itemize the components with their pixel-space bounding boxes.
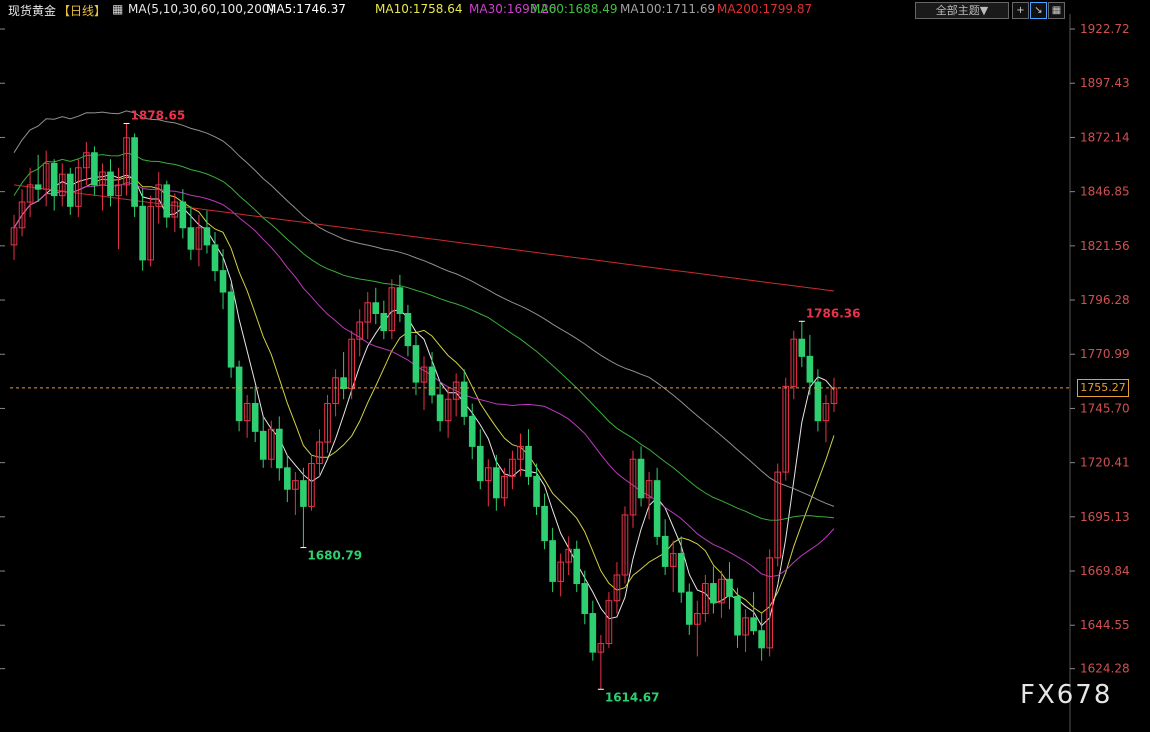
y-tick-label: 1922.72 (1080, 22, 1130, 36)
candle-body (34, 184, 42, 190)
ma60-value: MA60:1688.49 (530, 2, 618, 16)
candle-body (187, 227, 195, 250)
period-label[interactable]: 【日线】 (58, 2, 106, 19)
candle-body (179, 201, 187, 229)
candle-body (573, 548, 581, 585)
candle-body (428, 366, 436, 396)
grid-icon[interactable]: ▦ (1048, 2, 1065, 19)
candle-body (50, 162, 58, 197)
candle-body (436, 394, 444, 422)
candle-body (589, 613, 597, 653)
candle-body (211, 244, 219, 272)
candle-body (525, 445, 532, 477)
y-tick-label: 1695.13 (1080, 510, 1130, 524)
watermark: FX678 (1020, 680, 1113, 710)
candle-body (653, 480, 661, 537)
candle-body (581, 583, 589, 615)
y-tick-label: 1720.41 (1080, 456, 1130, 470)
y-tick-label: 1669.84 (1080, 564, 1130, 578)
candle-body (380, 312, 388, 332)
ma-icon: ▦ (112, 2, 124, 16)
ma10-value: MA10:1758.64 (375, 2, 463, 16)
candle-body (549, 540, 556, 582)
y-tick-label: 1644.55 (1080, 618, 1130, 632)
candle-body (275, 428, 283, 469)
candlestick-chart[interactable]: 1922.72 1897.43 1872.14 1846.85 1821.56 1796.… (0, 0, 1150, 732)
candle-body (340, 377, 347, 390)
ma100-value: MA100:1711.69 (620, 2, 716, 16)
candle-body (493, 467, 500, 499)
candle-body (798, 338, 806, 357)
ma-params[interactable]: MA(5,10,30,60,100,200) (128, 2, 274, 16)
candle-body (412, 345, 420, 383)
candle-body (685, 591, 693, 625)
y-tick-label: 1745.70 (1080, 401, 1130, 415)
candle-body (726, 578, 733, 597)
add-icon[interactable]: + (1012, 2, 1029, 19)
candle-body (468, 415, 476, 447)
ma5-value: MA5:1746.37 (266, 2, 346, 16)
y-tick-label: 1846.85 (1080, 185, 1130, 199)
candle-body (66, 173, 74, 207)
y-tick-label: 1821.56 (1080, 239, 1130, 253)
candle-body (404, 312, 412, 347)
ma-line-ma60 (13, 152, 835, 521)
candle-body (734, 595, 741, 636)
y-tick-label: 1897.43 (1080, 76, 1130, 90)
candle-body (91, 152, 98, 186)
candle-body (710, 583, 717, 604)
candle-body (396, 287, 404, 314)
theme-select[interactable]: 全部主题▼ (915, 2, 1009, 19)
candle-body (637, 458, 645, 499)
candle-body (203, 227, 211, 246)
candle-body (219, 270, 227, 293)
extreme-label: 1878.65 (131, 108, 186, 122)
zoom-icon[interactable]: ↘ (1030, 2, 1047, 19)
candle-body (235, 366, 243, 422)
candle-body (476, 445, 484, 482)
candle-body (259, 430, 267, 460)
candle-body (460, 381, 468, 417)
candle-body (372, 302, 380, 314)
y-tick-label: 1796.28 (1080, 293, 1130, 307)
candle-body (300, 480, 307, 507)
candle-body (533, 475, 540, 507)
candle-body (661, 535, 669, 567)
candle-body (251, 403, 259, 432)
candle-body (750, 617, 757, 632)
y-tick-label: 1624.28 (1080, 662, 1130, 676)
candle-body (284, 467, 291, 490)
candle-body (677, 553, 685, 593)
candle-body (806, 355, 814, 383)
y-tick-label: 1770.99 (1080, 347, 1130, 361)
y-tick-label: 1872.14 (1080, 130, 1130, 144)
extreme-label: 1614.67 (605, 690, 660, 704)
candle-body (758, 630, 765, 649)
candle-body (139, 205, 146, 261)
candle-body (131, 137, 138, 207)
current-price-label: 1755.27 (1077, 378, 1129, 397)
candle-body (227, 291, 235, 368)
ma200-value: MA200:1799.87 (717, 2, 813, 16)
candle-body (541, 505, 548, 542)
candle-body (163, 184, 171, 218)
extreme-label: 1680.79 (307, 549, 362, 563)
candle-body (107, 171, 114, 197)
extreme-label: 1786.36 (806, 306, 861, 320)
instrument-name: 现货黄金 (8, 4, 57, 18)
